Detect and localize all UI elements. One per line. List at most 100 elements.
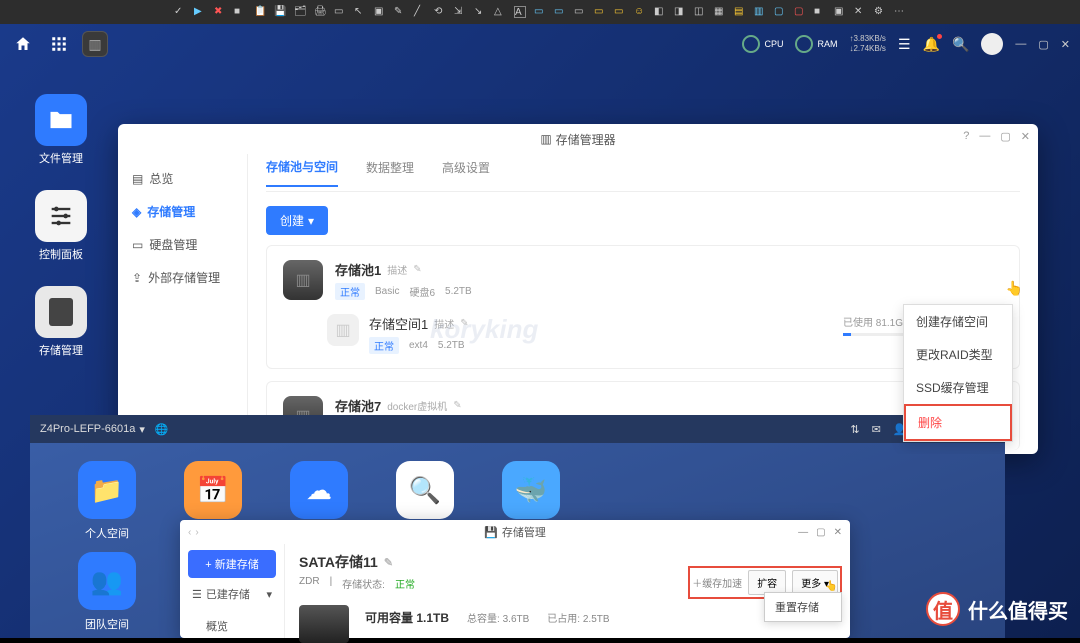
maximize-icon[interactable]: ▢ [1000, 130, 1010, 143]
vm-icon[interactable]: 📋 [254, 6, 266, 18]
dock-personal-space[interactable]: 📁 个人空间 [78, 461, 136, 541]
edit-icon[interactable]: ✎ [460, 318, 468, 329]
nav-storage[interactable]: ◈存储管理 [118, 195, 247, 228]
status-value: 正常 [395, 576, 415, 591]
window-titlebar[interactable]: ‹ › 💾 存储管理 — ▢ ✕ [180, 520, 850, 544]
more-dropdown: 重置存储 [764, 592, 842, 622]
nav-overview[interactable]: 概览 [188, 610, 276, 642]
vm-icon[interactable]: ⋯ [894, 6, 906, 18]
vm-icon[interactable]: ☺ [634, 6, 646, 18]
new-storage-button[interactable]: + 新建存储 [188, 550, 276, 578]
close-icon[interactable]: ✕ [1021, 130, 1030, 143]
tab-data-cleanup[interactable]: 数据整理 [366, 159, 414, 186]
list-icon: ☰ [192, 588, 202, 601]
vm-icon[interactable]: ⚙ [874, 6, 886, 18]
notification-icon[interactable]: 🔔 [923, 36, 940, 53]
vm-icon[interactable]: ◨ [674, 6, 686, 18]
avatar[interactable] [981, 33, 1003, 55]
vm-icon[interactable]: ▭ [554, 6, 566, 18]
transfer-icon[interactable]: ⇅ [850, 423, 859, 436]
vm-icon[interactable]: ↖ [354, 6, 366, 18]
minimize-icon[interactable]: — [979, 130, 990, 143]
vm-icon[interactable]: ▭ [334, 6, 346, 18]
create-button[interactable]: 创建▾ [266, 206, 328, 235]
mail-icon[interactable]: ✉ [872, 423, 881, 436]
chevron-down-icon[interactable]: ▾ [139, 423, 145, 436]
widgets-icon[interactable]: ☰ [898, 36, 911, 53]
dock-team-space[interactable]: 👥 团队空间 [78, 552, 136, 632]
vm-icon[interactable]: ■ [234, 6, 246, 18]
vm-icon[interactable]: ⇲ [454, 6, 466, 18]
maximize-icon[interactable]: ▢ [1038, 38, 1048, 51]
vm-icon[interactable]: ✖ [214, 6, 226, 18]
vm-icon[interactable]: A [514, 6, 526, 18]
vm-icon[interactable]: ✕ [854, 6, 866, 18]
nav-disk[interactable]: ▭硬盘管理 [118, 228, 247, 261]
vm-icon[interactable]: ▢ [774, 6, 786, 18]
tab-pool-space[interactable]: 存储池与空间 [266, 158, 338, 187]
vm-icon[interactable]: ▭ [574, 6, 586, 18]
edit-icon[interactable]: ✎ [453, 400, 461, 411]
filesystem: ext4 [409, 340, 428, 351]
vm-icon[interactable]: ▦ [714, 6, 726, 18]
vm-icon[interactable]: ↘ [474, 6, 486, 18]
dock-storage-manager[interactable]: 存储管理 [35, 286, 87, 358]
vm-icon[interactable]: ▶ [194, 6, 206, 18]
close-icon[interactable]: ✕ [834, 527, 842, 538]
help-icon[interactable]: ? [963, 130, 969, 143]
taskbar-storage-icon[interactable]: ▥ [82, 31, 108, 57]
used-value: 2.5TB [583, 614, 610, 625]
nav-overview[interactable]: ▤总览 [118, 162, 247, 195]
vm-icon[interactable]: ▭ [594, 6, 606, 18]
vm-icon[interactable]: ▭ [534, 6, 546, 18]
vm-icon[interactable]: ⟲ [434, 6, 446, 18]
ctx-delete[interactable]: 删除 [904, 404, 1012, 441]
vm-icon[interactable]: 🖨 [314, 6, 326, 18]
zdr-label: ZDR [299, 576, 320, 591]
vm-icon[interactable]: ✎ [394, 6, 406, 18]
edit-icon[interactable]: ✎ [413, 264, 421, 275]
vm-icon[interactable]: ✓ [174, 6, 186, 18]
window-titlebar[interactable]: ▥ 存储管理器 ? — ▢ ✕ [118, 124, 1038, 154]
vm-icon[interactable]: ▢ [794, 6, 806, 18]
dock-control-panel[interactable]: 控制面板 [35, 190, 87, 262]
maximize-icon[interactable]: ▢ [816, 527, 825, 538]
minimize-icon[interactable]: — [798, 527, 808, 538]
space-name: 存储空间1 [369, 314, 428, 333]
status-badge: 正常 [335, 283, 365, 300]
ctx-ssd-cache[interactable]: SSD缓存管理 [904, 371, 1012, 404]
nav-existing-storage[interactable]: ☰已建存储▾ [188, 578, 276, 610]
cache-accel[interactable]: ＋缓存加速 [692, 575, 742, 590]
forward-icon[interactable]: › [195, 527, 198, 538]
edit-icon[interactable]: ✎ [384, 556, 393, 569]
vm-icon[interactable]: ▣ [834, 6, 846, 18]
vm-icon[interactable]: ▤ [734, 6, 746, 18]
globe-icon[interactable]: 🌐 [155, 423, 169, 436]
tab-advanced[interactable]: 高级设置 [442, 159, 490, 186]
minimize-icon[interactable]: — [1015, 38, 1026, 51]
vm-icon[interactable]: ◧ [654, 6, 666, 18]
nav-external[interactable]: ⇪外部存储管理 [118, 261, 247, 294]
smzdm-text: 什么值得买 [968, 595, 1068, 624]
vm-icon[interactable]: ▣ [374, 6, 386, 18]
vm-icon[interactable]: 💾 [274, 6, 286, 18]
vm-icon[interactable]: 🗂 [294, 6, 306, 18]
space-disk-icon: ▥ [327, 314, 359, 346]
apps-icon[interactable] [46, 31, 72, 57]
vm-icon[interactable]: ▭ [614, 6, 626, 18]
chevron-down-icon: ▾ [308, 214, 314, 228]
vm-icon[interactable]: ■ [814, 6, 826, 18]
reset-storage[interactable]: 重置存储 [765, 593, 841, 621]
vm-icon[interactable]: △ [494, 6, 506, 18]
vm-icon[interactable]: ◫ [694, 6, 706, 18]
dock-file-manager[interactable]: 文件管理 [35, 94, 87, 166]
ctx-create-space[interactable]: 创建存储空间 [904, 305, 1012, 338]
back-icon[interactable]: ‹ [188, 527, 191, 538]
home-icon[interactable] [10, 31, 36, 57]
vm-icon[interactable]: ╱ [414, 6, 426, 18]
search-icon[interactable]: 🔍 [952, 36, 969, 53]
ctx-change-raid[interactable]: 更改RAID类型 [904, 338, 1012, 371]
disk-name: 硬盘6 [409, 284, 435, 299]
close-icon[interactable]: ✕ [1061, 38, 1070, 51]
vm-icon[interactable]: ▥ [754, 6, 766, 18]
